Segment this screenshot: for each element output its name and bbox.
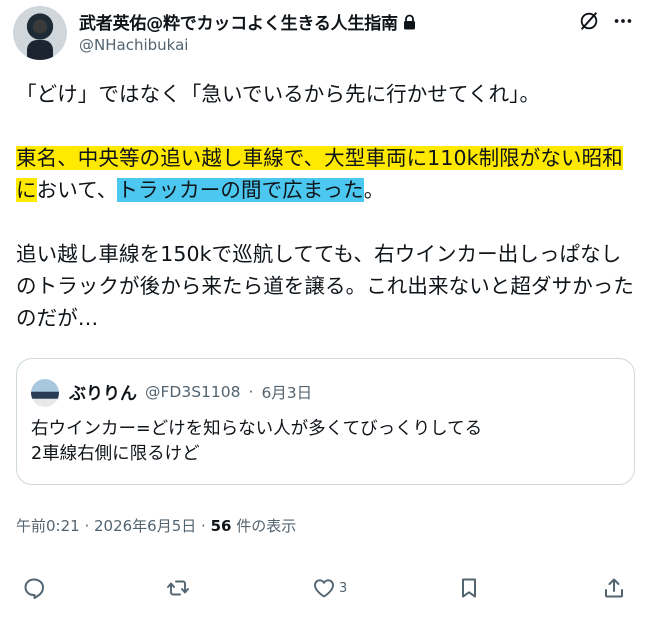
like-icon — [314, 579, 334, 598]
author-handle[interactable]: @NHachibukai — [79, 36, 188, 54]
lock-icon — [403, 14, 416, 30]
quoted-separator: · — [248, 382, 254, 401]
quoted-line-2: 2車線右側に限るけど — [31, 444, 200, 464]
tweet-timestamp: 午前0:21 · 2026年6月5日 · 56 件の表示 — [16, 515, 296, 536]
quoted-author-name[interactable]: ぶりりん — [69, 379, 137, 404]
tweet-paragraph-3: 追い越し車線を150kで巡航してても、右ウインカー出しっぱなしのトラックが後から… — [16, 242, 634, 330]
share-icon — [605, 578, 623, 598]
action-bar: 3 — [0, 576, 647, 612]
share-button[interactable] — [602, 576, 626, 600]
like-button[interactable]: 3 — [312, 576, 347, 600]
tweet-paragraph-2-mid: おいて、 — [36, 178, 118, 202]
quoted-tweet-header: ぶりりん @FD3S1108 · 6月3日 — [69, 379, 312, 405]
highlight-blue: トラッカーの間で広まった — [117, 178, 364, 202]
tweet-text: 「どけ」ではなく「急いでいるから先に行かせてくれ」。 東名、中央等の追い越し車線… — [16, 78, 636, 334]
view-count: 56 — [210, 517, 232, 535]
view-label: 件の表示 — [231, 517, 297, 535]
retweet-button[interactable] — [166, 576, 190, 600]
author-name-row: 武者英佑@粋でカッコよく生きる人生指南 — [79, 9, 416, 34]
timestamp-time[interactable]: 午前0:21 · 2026年6月5日 · — [16, 517, 211, 535]
reply-button[interactable] — [22, 576, 46, 600]
quoted-tweet-text: 右ウインカー=どけを知らない人が多くてびっくりしてる 2車線右側に限るけど — [31, 417, 482, 467]
tweet-paragraph-2: 東名、中央等の追い越し車線で、大型車両に110k制限がない昭和において、トラッカ… — [16, 142, 636, 206]
quoted-author-avatar[interactable] — [31, 379, 59, 407]
bookmark-icon — [462, 578, 476, 598]
author-avatar[interactable] — [13, 6, 67, 60]
more-options-icon[interactable] — [612, 10, 634, 32]
retweet-icon — [167, 580, 189, 596]
author-display-name[interactable]: 武者英佑@粋でカッコよく生きる人生指南 — [79, 9, 398, 34]
quoted-date[interactable]: 6月3日 — [261, 381, 312, 403]
tweet-header: 武者英佑@粋でカッコよく生きる人生指南 @NHachibukai — [13, 6, 634, 62]
like-count: 3 — [339, 580, 348, 596]
quoted-tweet[interactable]: ぶりりん @FD3S1108 · 6月3日 右ウインカー=どけを知らない人が多く… — [16, 358, 635, 485]
bookmark-button[interactable] — [457, 576, 481, 600]
quoted-line-1: 右ウインカー=どけを知らない人が多くてびっくりしてる — [31, 419, 483, 439]
tweet-paragraph-2-end: 。 — [363, 178, 385, 202]
grok-icon[interactable] — [578, 10, 600, 32]
quoted-author-handle: @FD3S1108 — [145, 382, 241, 401]
tweet-paragraph-1: 「どけ」ではなく「急いでいるから先に行かせてくれ」。 — [16, 82, 541, 106]
reply-icon — [24, 578, 44, 599]
